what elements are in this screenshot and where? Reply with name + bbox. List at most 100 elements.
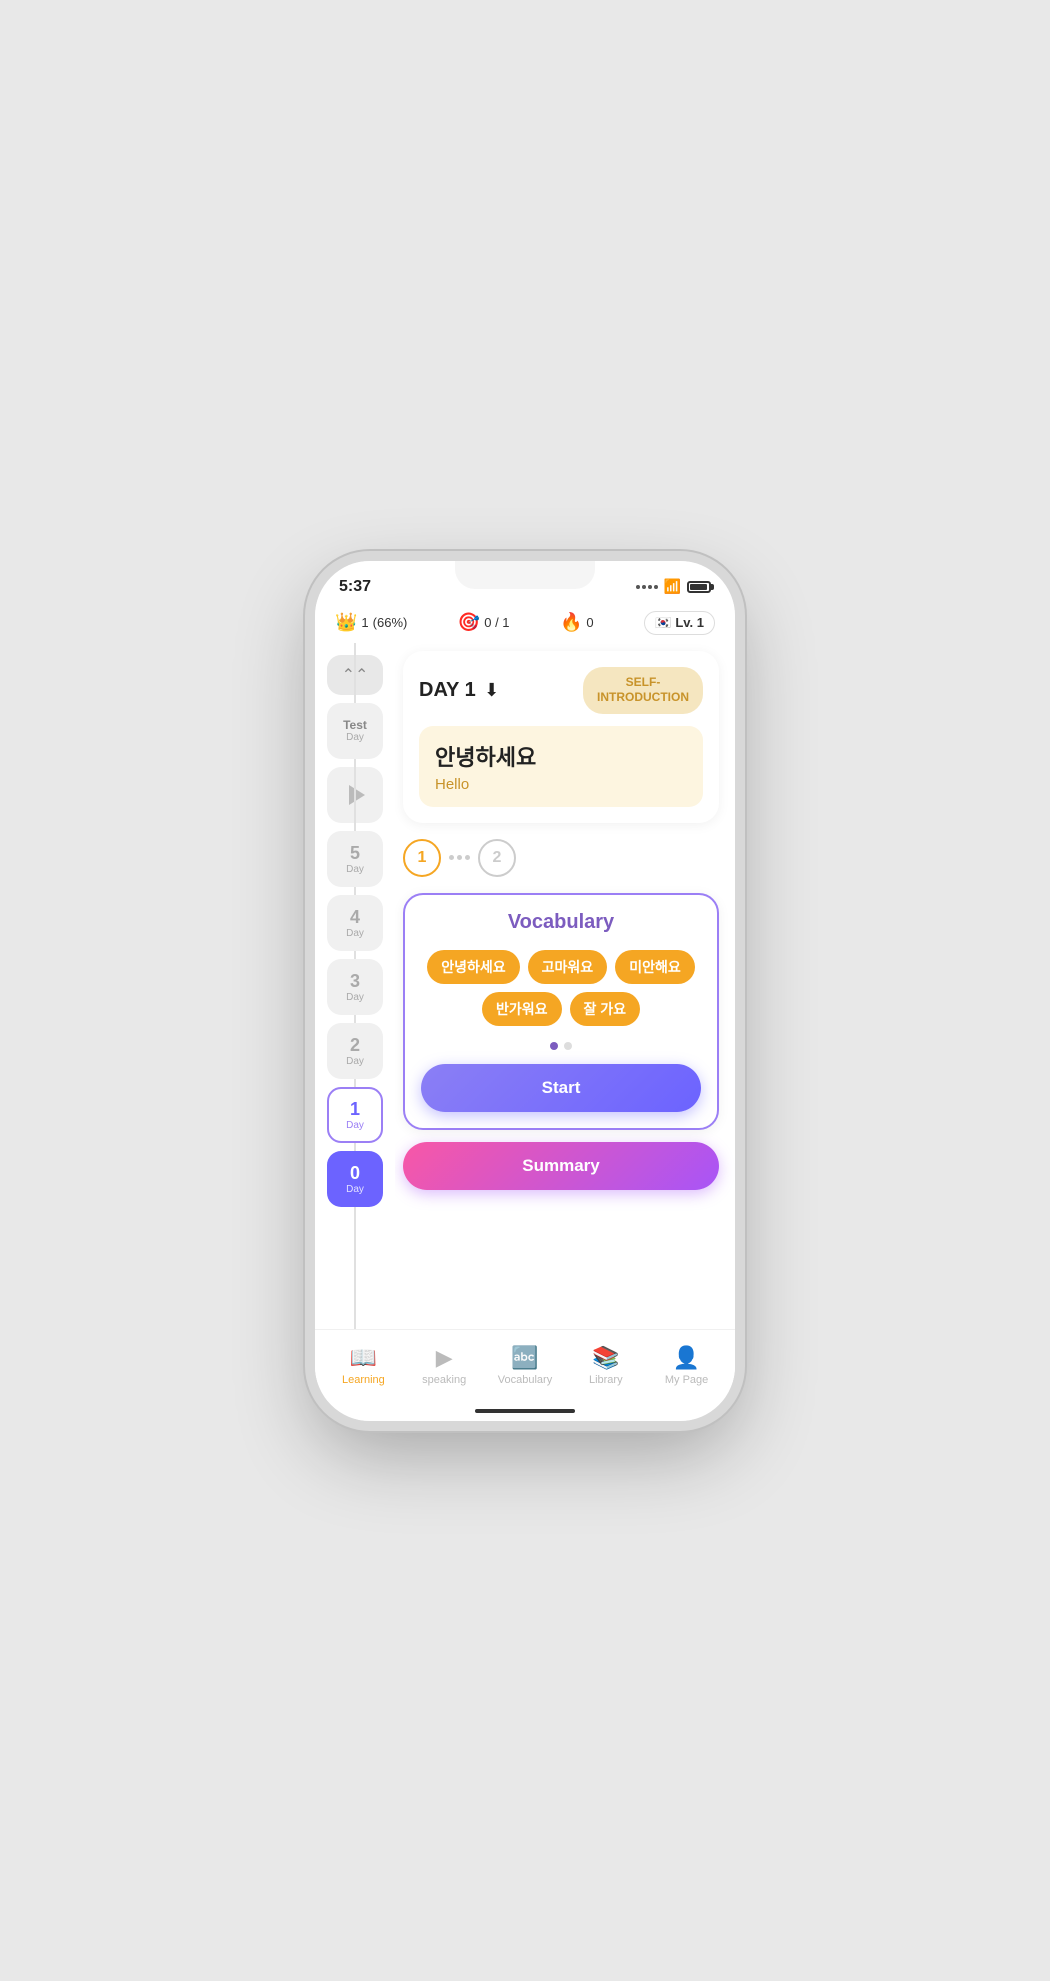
day-0-num: 0: [350, 1163, 360, 1184]
battery-fill: [690, 584, 707, 590]
step-2-circle[interactable]: 2: [478, 839, 516, 877]
test-day-label: Day: [346, 732, 364, 743]
day-3-label: Day: [346, 992, 364, 1003]
day-2-num: 2: [350, 1035, 360, 1056]
crown-stat: 👑 1 (66%): [335, 612, 407, 633]
level-badge: 🇰🇷 Lv. 1: [644, 611, 715, 635]
day-title-row: DAY 1 ⬇ SELF- INTRODUCTION: [419, 667, 703, 714]
step-dot-3: [465, 855, 470, 860]
vocab-preview: 안녕하세요 Hello: [419, 726, 703, 807]
content-area: DAY 1 ⬇ SELF- INTRODUCTION 안녕하세요 Hello: [395, 643, 735, 1329]
home-indicator: [315, 1401, 735, 1421]
signal-dot: [654, 585, 658, 589]
wifi-icon: 📶: [664, 578, 681, 595]
step-1-label: 1: [418, 849, 427, 867]
phone-shell: 5:37 📶 👑 1 (66%): [315, 561, 735, 1421]
fire-count: 0: [586, 615, 593, 630]
page-dot-inactive: [564, 1042, 572, 1050]
target-stat: 🎯 0 / 1: [458, 612, 510, 633]
day-0-label: Day: [346, 1184, 364, 1195]
vocabulary-label: Vocabulary: [498, 1374, 552, 1386]
day-5-num: 5: [350, 843, 360, 864]
step-dot-1: [449, 855, 454, 860]
signal-dot: [648, 585, 652, 589]
vocab-chip-1[interactable]: 안녕하세요: [427, 950, 519, 984]
vocabulary-icon: 🔤: [511, 1345, 538, 1371]
english-word: Hello: [435, 776, 687, 793]
day-5-label: Day: [346, 864, 364, 875]
summary-button[interactable]: Summary: [403, 1142, 719, 1190]
mypage-label: My Page: [665, 1374, 708, 1386]
day-4-num: 4: [350, 907, 360, 928]
phone-screen: 5:37 📶 👑 1 (66%): [315, 561, 735, 1421]
vocab-card: Vocabulary 안녕하세요 고마워요 미안해요 반가워요 잘 가요 Sta…: [403, 893, 719, 1130]
signal-dot: [636, 585, 640, 589]
start-button[interactable]: Start: [421, 1064, 701, 1112]
nav-learning[interactable]: 📖 Learning: [335, 1345, 391, 1386]
topic-badge: SELF- INTRODUCTION: [583, 667, 703, 714]
nav-speaking[interactable]: ▶ speaking: [416, 1345, 472, 1386]
stats-bar: 👑 1 (66%) 🎯 0 / 1 🔥 0 🇰🇷 Lv. 1: [315, 605, 735, 643]
learning-label: Learning: [342, 1374, 385, 1386]
vocab-chip-5[interactable]: 잘 가요: [570, 992, 641, 1026]
home-bar: [475, 1409, 575, 1413]
sidebar: ⌃⌃ Test Day 5 Day 4 Day 3: [315, 643, 395, 1329]
battery-icon: [687, 581, 711, 593]
day-3-num: 3: [350, 971, 360, 992]
play-icon: [349, 785, 365, 805]
fire-emoji: 🔥: [560, 612, 582, 633]
step-2-label: 2: [493, 849, 502, 867]
day-1-label: Day: [346, 1120, 364, 1131]
library-label: Library: [589, 1374, 623, 1386]
speaking-label: speaking: [422, 1374, 466, 1386]
main-area: ⌃⌃ Test Day 5 Day 4 Day 3: [315, 643, 735, 1329]
fire-stat: 🔥 0: [560, 612, 594, 633]
page-dot-active: [550, 1042, 558, 1050]
bottom-nav: 📖 Learning ▶ speaking 🔤 Vocabulary 📚 Lib…: [315, 1329, 735, 1401]
nav-library[interactable]: 📚 Library: [578, 1345, 634, 1386]
crown-count: 1: [361, 615, 368, 630]
day-title: DAY 1: [419, 679, 476, 701]
step-dot-2: [457, 855, 462, 860]
nav-mypage[interactable]: 👤 My Page: [659, 1345, 715, 1386]
korean-word: 안녕하세요: [435, 740, 687, 772]
test-day-item[interactable]: Test Day: [327, 703, 383, 759]
page-dots: [421, 1042, 701, 1050]
day-2-label: Day: [346, 1056, 364, 1067]
level-text: Lv. 1: [675, 615, 704, 630]
day-2-item[interactable]: 2 Day: [327, 1023, 383, 1079]
signal-dots: [636, 585, 658, 589]
day-1-num: 1: [350, 1099, 360, 1120]
topic-line2: INTRODUCTION: [597, 690, 689, 704]
step-row: 1 2: [403, 835, 719, 881]
learning-icon: 📖: [350, 1345, 377, 1371]
vocab-chip-3[interactable]: 미안해요: [615, 950, 695, 984]
step-dots: [449, 855, 470, 860]
signal-dot: [642, 585, 646, 589]
notch: [455, 561, 595, 589]
target-emoji: 🎯: [458, 612, 480, 633]
vocab-chip-4[interactable]: 반가워요: [482, 992, 562, 1026]
nav-vocabulary[interactable]: 🔤 Vocabulary: [497, 1345, 553, 1386]
status-time: 5:37: [339, 578, 371, 596]
day-5-item[interactable]: 5 Day: [327, 831, 383, 887]
crown-percent: (66%): [373, 615, 408, 630]
crown-emoji: 👑: [335, 612, 357, 633]
speaking-icon: ▶: [436, 1345, 453, 1371]
day-1-item[interactable]: 1 Day: [327, 1087, 383, 1143]
vocab-card-title: Vocabulary: [421, 911, 701, 934]
day-title-group: DAY 1 ⬇: [419, 679, 499, 702]
library-icon: 📚: [592, 1345, 619, 1371]
step-1-circle[interactable]: 1: [403, 839, 441, 877]
test-label: Test: [343, 718, 367, 732]
day-4-item[interactable]: 4 Day: [327, 895, 383, 951]
target-score: 0 / 1: [484, 615, 509, 630]
mypage-icon: 👤: [673, 1345, 700, 1371]
topic-line1: SELF-: [626, 675, 661, 689]
vocab-chips: 안녕하세요 고마워요 미안해요 반가워요 잘 가요: [421, 950, 701, 1026]
day-header-card: DAY 1 ⬇ SELF- INTRODUCTION 안녕하세요 Hello: [403, 651, 719, 823]
day-0-item[interactable]: 0 Day: [327, 1151, 383, 1207]
day-4-label: Day: [346, 928, 364, 939]
vocab-chip-2[interactable]: 고마워요: [528, 950, 608, 984]
day-3-item[interactable]: 3 Day: [327, 959, 383, 1015]
